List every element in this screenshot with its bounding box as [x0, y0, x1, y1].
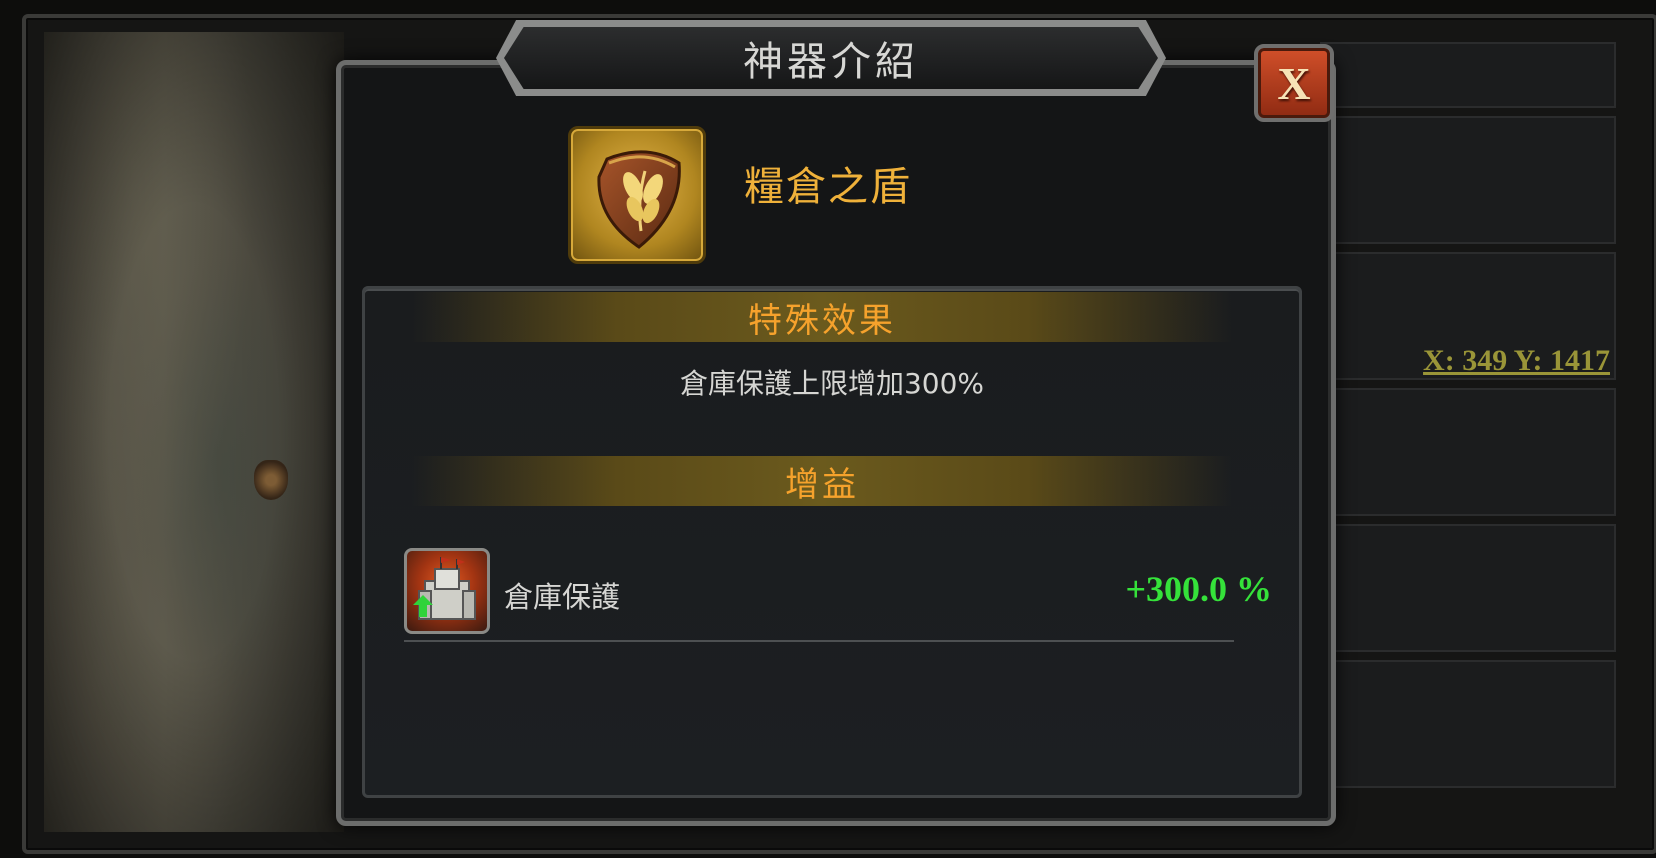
close-icon: X — [1277, 57, 1311, 109]
world-map[interactable] — [44, 32, 344, 832]
background-row — [1320, 116, 1616, 244]
dialog-title: 神器介紹 — [743, 39, 919, 85]
buff-value: +300.0 % — [1125, 569, 1272, 609]
buff-divider — [404, 640, 1234, 642]
close-button[interactable]: X — [1254, 44, 1334, 122]
special-effect-text: 倉庫保護上限增加300% — [679, 367, 985, 400]
buffs-header-label: 增益 — [785, 464, 859, 505]
background-row — [1320, 42, 1616, 108]
artifact-name: 糧倉之盾 — [744, 164, 912, 210]
buffs-header: 增益 — [412, 456, 1232, 506]
background-row — [1320, 388, 1616, 516]
city-marker-icon[interactable] — [254, 460, 288, 500]
special-effect-header: 特殊效果 — [412, 292, 1232, 342]
title-plate-inner: 神器介紹 — [504, 27, 1158, 89]
warehouse-protection-icon — [404, 548, 490, 634]
buff-row: 倉庫保護 +300.0 % — [404, 548, 1272, 642]
background-panel — [1320, 40, 1616, 832]
map-coordinates-link[interactable]: X: 349 Y: 1417 — [1423, 344, 1610, 378]
background-row — [1320, 524, 1616, 652]
special-effect-header-label: 特殊效果 — [748, 300, 896, 341]
background-row — [1320, 660, 1616, 788]
wheat-shield-icon — [597, 150, 681, 249]
buff-label: 倉庫保護 — [504, 580, 621, 614]
artifact-icon-frame — [568, 126, 706, 264]
